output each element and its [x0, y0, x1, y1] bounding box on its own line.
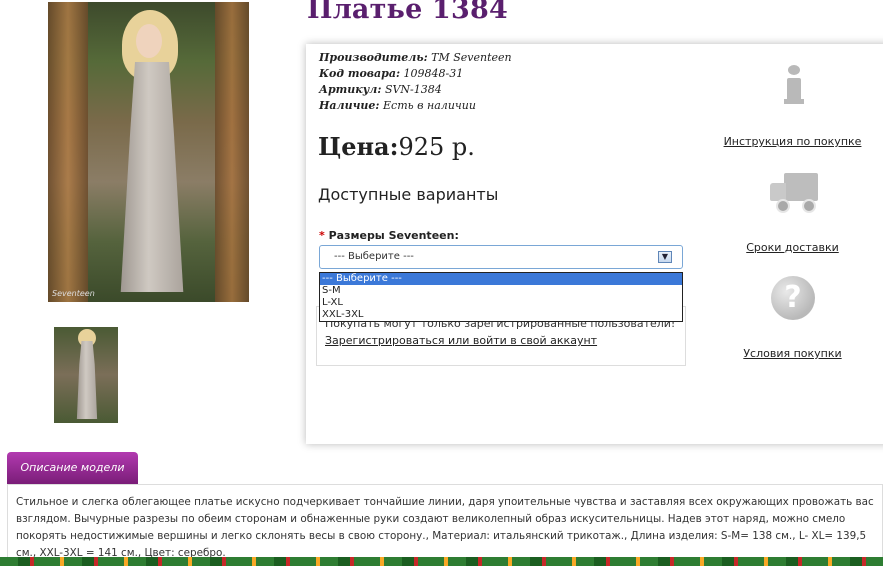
truck-icon [770, 171, 820, 213]
required-mark: * [319, 229, 325, 242]
spec-manufacturer: Производитель: TM Seventeen [319, 51, 512, 64]
question-icon: ? [771, 276, 815, 320]
size-option[interactable]: S-M [320, 285, 682, 297]
thumb-dress [76, 341, 98, 419]
product-main-image[interactable]: Seventeen [48, 2, 249, 302]
product-thumbnail[interactable] [54, 327, 118, 423]
product-specs: Производитель: TM Seventeen Код товара: … [319, 50, 512, 114]
delivery-link[interactable]: Сроки доставки [746, 241, 839, 254]
model-dress [120, 62, 184, 292]
tab-description[interactable]: Описание модели [7, 452, 138, 484]
spec-product-code: Код товара: 109848-31 [319, 67, 464, 80]
decorative-garland [0, 557, 883, 566]
delivery-block: Сроки доставки [720, 241, 865, 254]
conditions-block: Условия покупки [720, 347, 865, 360]
instruction-block: Инструкция по покупке [720, 135, 865, 148]
instruction-link[interactable]: Инструкция по покупке [724, 135, 862, 148]
spec-availability: Наличие: Есть в наличии [319, 99, 476, 112]
image-arch-left [48, 2, 88, 302]
info-icon [784, 65, 804, 105]
description-text: Стильное и слегка облегающее платье иску… [16, 496, 874, 559]
size-option[interactable]: L-XL [320, 297, 682, 309]
price-value: 925 р. [398, 133, 475, 161]
image-arch-right [215, 2, 249, 302]
chevron-down-icon[interactable]: ▼ [658, 251, 672, 263]
conditions-link[interactable]: Условия покупки [743, 347, 841, 360]
size-dropdown-list: --- Выберите --- S-M L-XL XXL-3XL [319, 272, 683, 322]
options-heading: Доступные варианты [318, 185, 499, 204]
price-label: Цена: [318, 132, 399, 161]
size-select[interactable]: --- Выберите --- ▼ [319, 245, 683, 269]
spec-article: Артикул: SVN-1384 [319, 83, 442, 96]
image-watermark: Seventeen [52, 289, 95, 298]
model-face [136, 24, 162, 58]
product-price: Цена:925 р. [318, 132, 475, 161]
size-label: * Размеры Seventeen: [319, 229, 459, 242]
register-login-link[interactable]: Зарегистрироваться или войти в свой акка… [325, 334, 597, 347]
size-option[interactable]: XXL-3XL [320, 309, 682, 321]
product-title: Платье 1384 [307, 0, 509, 25]
size-select-value: --- Выберите --- [334, 251, 414, 262]
size-option[interactable]: --- Выберите --- [320, 273, 682, 285]
